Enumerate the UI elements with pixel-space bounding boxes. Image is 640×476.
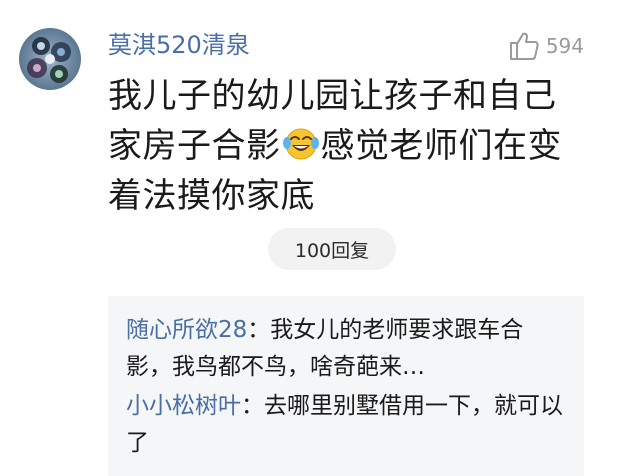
laughing-crying-emoji-icon [282, 125, 319, 160]
comment-text: 我儿子的幼儿园让孩子和自己家房子合影 感觉老师们在变着法摸你家底 [108, 71, 588, 221]
like-count: 594 [545, 34, 584, 58]
username[interactable]: 莫淇520清泉 [108, 28, 250, 62]
thumbs-up-icon [509, 32, 539, 60]
avatar-image [19, 28, 81, 90]
reply-preview-box[interactable]: 随心所欲28：我女儿的老师要求跟车合影，我鸟都不鸟，啥奇葩来… 小小松树叶：去哪… [108, 296, 584, 476]
like-button[interactable]: 594 [508, 28, 584, 64]
reply-separator: ： [241, 393, 264, 419]
comment-screen: 莫淇520清泉 594 我儿子的幼儿园让孩子和自己家房子合影 感觉老师们在变着法… [0, 0, 640, 476]
reply-item: 小小松树叶：去哪里别墅借用一下，就可以了 [126, 388, 566, 462]
view-replies-button[interactable]: 100回复 [268, 228, 396, 270]
avatar[interactable] [19, 28, 81, 90]
reply-separator: ： [247, 317, 271, 343]
reply-username[interactable]: 随心所欲28 [126, 317, 247, 343]
reply-username[interactable]: 小小松树叶 [126, 393, 241, 419]
reply-item: 随心所欲28：我女儿的老师要求跟车合影，我鸟都不鸟，啥奇葩来… [126, 312, 566, 386]
